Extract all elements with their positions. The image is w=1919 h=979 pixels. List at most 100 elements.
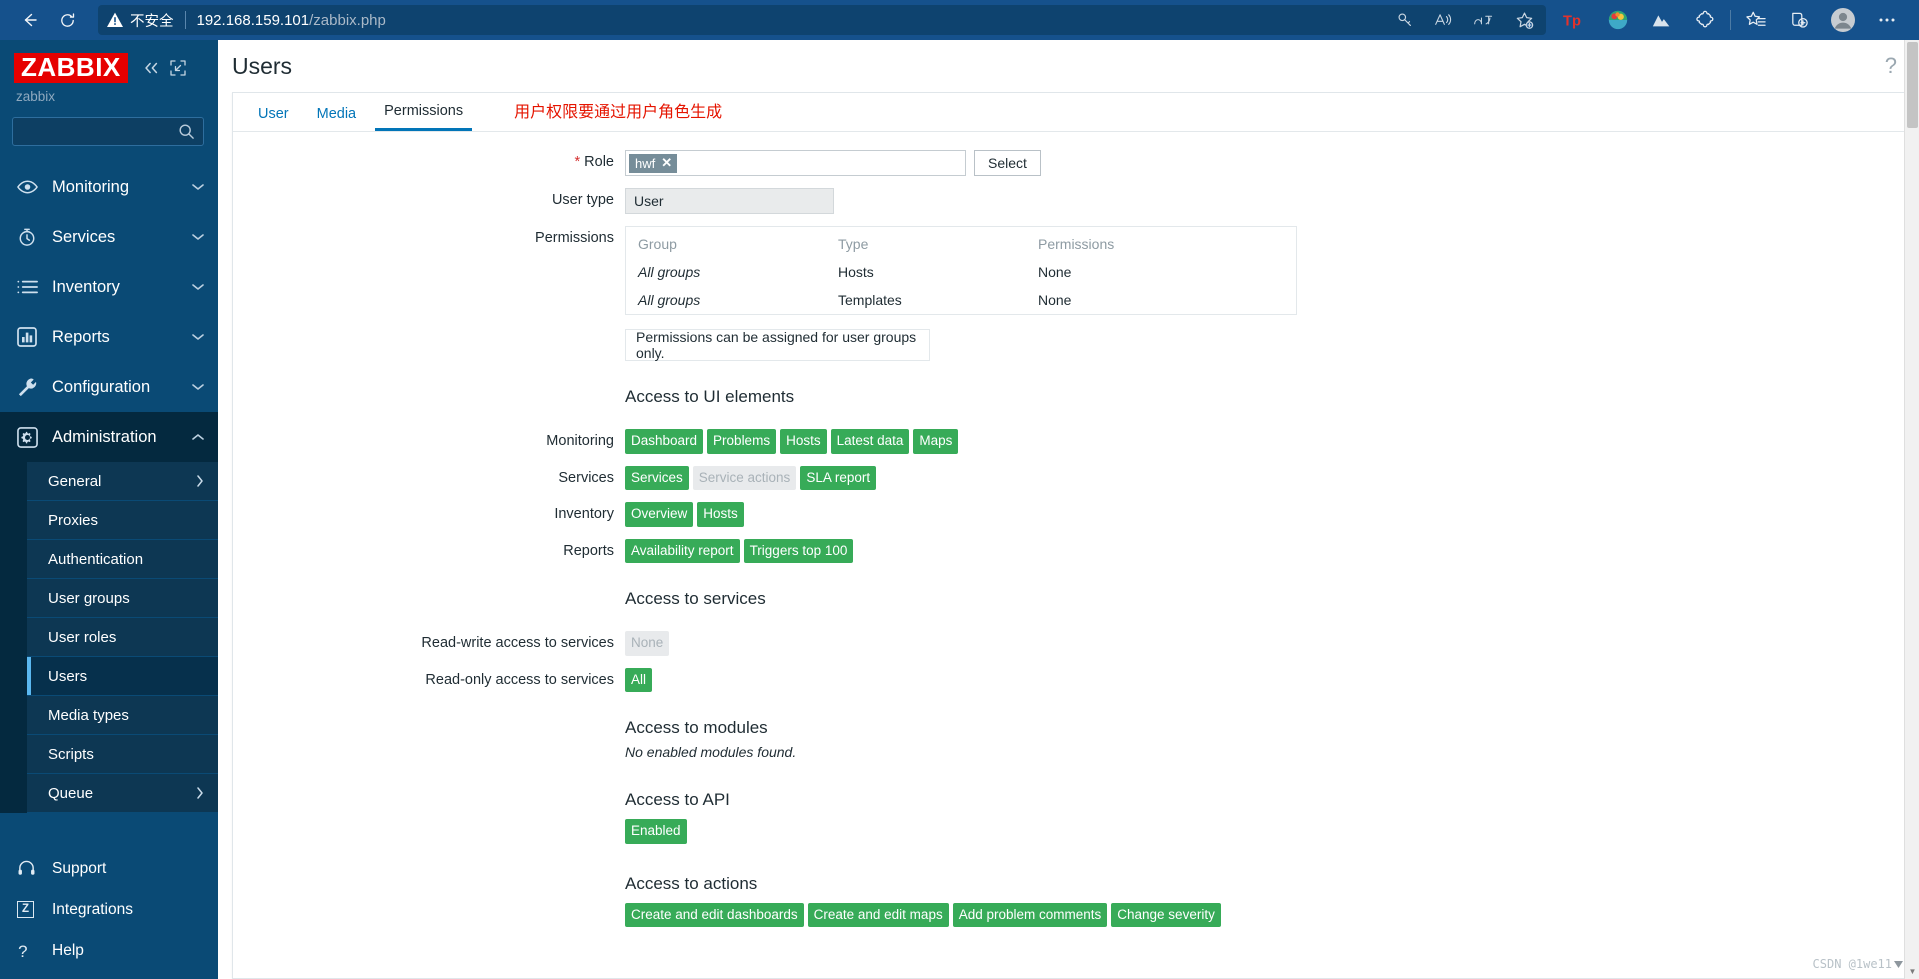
- sidebar-item-inventory[interactable]: Inventory: [0, 262, 218, 312]
- tab-bar: User Media Permissions 用户权限要通过用户角色生成: [233, 93, 1904, 132]
- zabbix-logo[interactable]: ZABBIX: [14, 52, 128, 83]
- translate-icon[interactable]: [1473, 12, 1495, 29]
- submenu-label: Authentication: [48, 550, 144, 568]
- omnibox-divider: [184, 11, 186, 29]
- svg-text:?: ?: [18, 942, 27, 960]
- list-icon: [17, 279, 43, 295]
- badge-disabled: None: [625, 631, 670, 656]
- sidebar-item-monitoring[interactable]: Monitoring: [0, 162, 218, 212]
- chevron-right-icon: [196, 475, 204, 487]
- settings-more-icon[interactable]: [1865, 4, 1909, 36]
- rw-services-label: Read-write access to services: [421, 635, 614, 651]
- submenu-label: Media types: [48, 706, 129, 724]
- rw-services-badges: None: [625, 631, 1904, 656]
- sidebar-item-administration[interactable]: Administration: [0, 412, 218, 462]
- eye-icon: [17, 179, 43, 195]
- role-multiselect[interactable]: hwf ✕: [625, 150, 966, 176]
- sidebar-item-user-groups[interactable]: User groups: [27, 579, 218, 618]
- close-icon[interactable]: ✕: [661, 155, 672, 171]
- sidebar-item-integrations[interactable]: Z Integrations: [0, 889, 218, 930]
- question-icon: ?: [17, 941, 43, 960]
- ui-reports-badges: Availability report Triggers top 100: [625, 538, 1904, 563]
- puzzle-extension-icon[interactable]: [1684, 4, 1728, 36]
- colorful-extension-icon[interactable]: [1596, 4, 1640, 36]
- cell-type: Templates: [838, 292, 902, 308]
- ui-monitoring-row: Monitoring Dashboard Problems Hosts Late…: [233, 429, 1904, 454]
- page-title: Users: [232, 52, 293, 79]
- tab-user[interactable]: User: [249, 106, 298, 131]
- user-type-label: User type: [551, 192, 614, 208]
- sidebar-search[interactable]: [12, 117, 204, 146]
- profile-avatar-icon[interactable]: [1821, 4, 1865, 36]
- mountain-extension-icon[interactable]: [1640, 4, 1684, 36]
- sidebar-item-user-roles[interactable]: User roles: [27, 618, 218, 657]
- help-question-icon[interactable]: ?: [1885, 53, 1897, 79]
- back-arrow-icon[interactable]: [10, 4, 48, 36]
- sidebar-item-reports[interactable]: Reports: [0, 312, 218, 362]
- page-scrollbar[interactable]: ▲ ▼: [1904, 40, 1919, 979]
- key-icon[interactable]: [1396, 11, 1414, 29]
- sidebar-item-queue[interactable]: Queue: [27, 774, 218, 813]
- sidebar-item-support[interactable]: Support: [0, 848, 218, 889]
- sidebar-item-scripts[interactable]: Scripts: [27, 735, 218, 774]
- section-heading-modules: Access to modules: [625, 718, 768, 737]
- role-chip[interactable]: hwf ✕: [629, 153, 678, 173]
- sidebar-item-label: Integrations: [52, 900, 133, 918]
- svg-text:Tp: Tp: [1563, 14, 1581, 30]
- sidebar-nav: Monitoring Services Inventory Reports Co…: [0, 162, 218, 848]
- scroll-down-arrow[interactable]: ▼: [1905, 964, 1919, 979]
- add-favorite-icon[interactable]: [1515, 11, 1534, 30]
- address-bar[interactable]: 不安全 192.168.159.101/zabbix.php: [98, 5, 1546, 35]
- sidebar-bottom-nav: Support Z Integrations ? Help: [0, 848, 218, 979]
- sidebar-item-authentication[interactable]: Authentication: [27, 540, 218, 579]
- sidebar-item-help[interactable]: ? Help: [0, 930, 218, 971]
- permissions-row: Permissions Group Type Permissions All g…: [233, 226, 1904, 417]
- actions-row: Access to actions Create and edit dashbo…: [233, 856, 1904, 927]
- sidebar-item-users[interactable]: Users: [27, 657, 218, 696]
- column-header-permissions: Permissions: [1038, 236, 1115, 252]
- badge-disabled: Service actions: [692, 465, 797, 490]
- sidebar-item-configuration[interactable]: Configuration: [0, 362, 218, 412]
- ro-services-row: Read-only access to services All: [233, 667, 1904, 692]
- collapse-sidebar-icon[interactable]: [142, 61, 160, 75]
- badge: Latest data: [830, 429, 910, 454]
- tab-permissions[interactable]: Permissions: [375, 103, 473, 131]
- permissions-card: User Media Permissions 用户权限要通过用户角色生成 * R…: [232, 92, 1905, 979]
- search-icon[interactable]: [178, 123, 195, 140]
- scrollbar-thumb[interactable]: [1907, 42, 1918, 128]
- favorites-icon[interactable]: [1733, 4, 1777, 36]
- sidebar-item-label: Configuration: [52, 377, 151, 396]
- read-aloud-icon[interactable]: [1434, 11, 1453, 29]
- submenu-label: User roles: [48, 628, 117, 646]
- reload-icon[interactable]: [48, 4, 86, 36]
- main-content: Users ? User Media Permissions 用户权限要通过用户…: [218, 40, 1919, 979]
- tp-extension-icon[interactable]: Tp: [1552, 4, 1596, 36]
- sidebar-item-label: Support: [52, 859, 107, 877]
- sidebar-item-label: Inventory: [52, 277, 120, 296]
- sidebar: ZABBIX zabbix Monitoring Services Invent…: [0, 40, 218, 979]
- sidebar-item-label: Administration: [52, 427, 157, 446]
- submenu-label: Queue: [48, 784, 94, 802]
- sidebar-item-services[interactable]: Services: [0, 212, 218, 262]
- badge: Triggers top 100: [743, 538, 854, 563]
- spacer-label: [233, 856, 625, 860]
- page-header: Users ?: [218, 40, 1919, 92]
- tab-media[interactable]: Media: [308, 106, 366, 131]
- sidebar-item-proxies[interactable]: Proxies: [27, 501, 218, 540]
- select-role-button[interactable]: Select: [974, 150, 1041, 176]
- badge: Add problem comments: [952, 902, 1108, 927]
- headset-icon: [17, 859, 43, 878]
- ui-inventory-row: Inventory Overview Hosts: [233, 502, 1904, 527]
- submenu-label: User groups: [48, 589, 130, 607]
- sidebar-item-media-types[interactable]: Media types: [27, 696, 218, 735]
- modules-note: No enabled modules found.: [625, 744, 797, 760]
- sidebar-item-general[interactable]: General: [27, 462, 218, 501]
- sidebar-item-label: Monitoring: [52, 177, 130, 196]
- hide-sidebar-icon[interactable]: [170, 59, 186, 76]
- table-header-row: Group Type Permissions: [626, 227, 1296, 258]
- search-input[interactable]: [21, 124, 178, 139]
- api-row: Access to API Enabled: [233, 772, 1904, 844]
- collections-icon[interactable]: [1777, 4, 1821, 36]
- spacer-label: [233, 575, 625, 579]
- badge: Availability report: [625, 538, 740, 563]
